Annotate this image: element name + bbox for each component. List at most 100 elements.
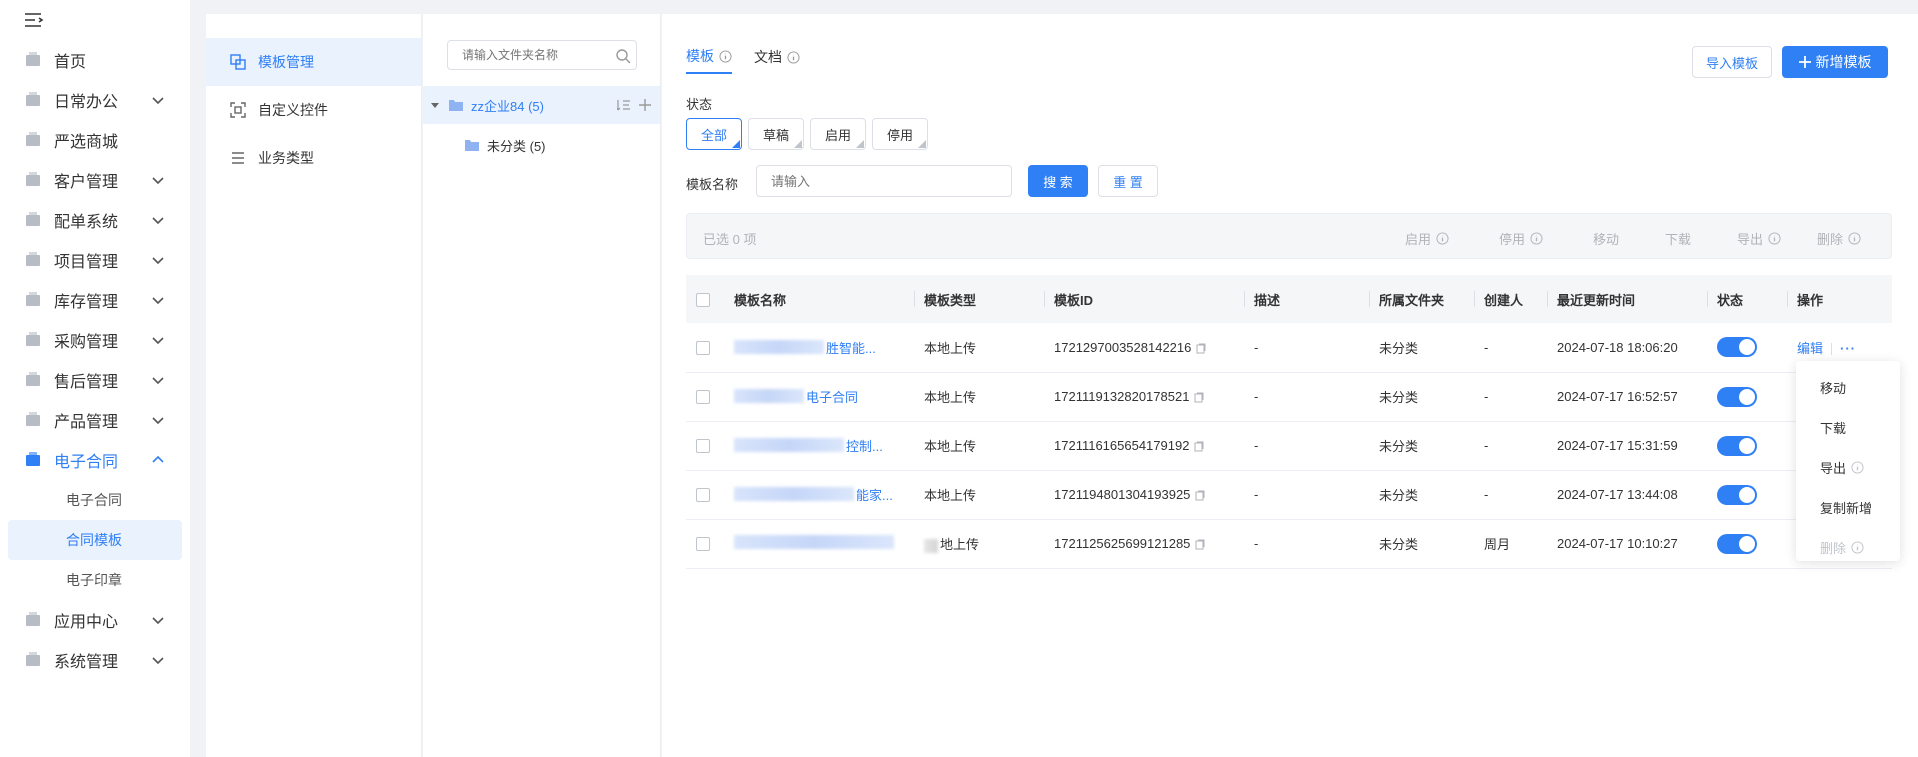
copy-icon[interactable]: [1194, 441, 1204, 452]
apps-icon: [26, 612, 40, 626]
chevron-down-icon[interactable]: [150, 172, 166, 188]
add-folder-icon[interactable]: [639, 99, 651, 111]
status-toggle[interactable]: [1717, 337, 1757, 358]
template-id-text: 1721297003528142216: [1054, 339, 1192, 355]
chevron-down-icon[interactable]: [150, 292, 166, 308]
info-icon[interactable]: [787, 50, 800, 64]
nav-item-0[interactable]: 首页: [0, 40, 190, 80]
chevron-down-icon[interactable]: [150, 372, 166, 388]
status-option-enabled[interactable]: 启用: [810, 118, 867, 150]
collapse-menu-button[interactable]: [0, 0, 190, 40]
search-icon[interactable]: [615, 48, 631, 64]
more-actions-button[interactable]: ···: [1840, 341, 1856, 356]
nav-item-11[interactable]: 应用中心: [0, 600, 190, 640]
nav-item-5[interactable]: 项目管理: [0, 240, 190, 280]
template-name-input[interactable]: [756, 165, 1012, 197]
chevron-down-icon[interactable]: [150, 212, 166, 228]
status-toggle[interactable]: [1717, 386, 1757, 407]
select-all-checkbox[interactable]: [696, 292, 710, 307]
status-option-disabled[interactable]: 停用: [872, 118, 929, 150]
menu-label: 业务类型: [258, 150, 314, 166]
menu-template-management[interactable]: 模板管理: [206, 38, 421, 86]
nav-item-12[interactable]: 系统管理: [0, 640, 190, 680]
add-template-button[interactable]: 新增模板: [1782, 46, 1888, 78]
batch-disable-button[interactable]: 停用: [1499, 229, 1543, 248]
reset-button[interactable]: 重 置: [1098, 165, 1158, 197]
template-id-cell: 1721119132820178521: [1044, 372, 1244, 422]
chevron-down-icon[interactable]: [150, 612, 166, 628]
chevron-down-icon[interactable]: [150, 412, 166, 428]
nav-item-2[interactable]: 严选商城: [0, 120, 190, 160]
nav-item-3[interactable]: 客户管理: [0, 160, 190, 200]
nav-item-10[interactable]: 电子合同: [0, 440, 190, 480]
dropdown-move[interactable]: 移动: [1796, 367, 1900, 407]
menu-business-type[interactable]: 业务类型: [206, 134, 421, 182]
chevron-down-icon[interactable]: [150, 92, 166, 108]
nav-subitem-2[interactable]: 电子印章: [0, 560, 190, 600]
table-row[interactable]: 能家... 本地上传 1721194801304193925- 未分类 -2024-07…: [686, 470, 1892, 520]
status-toggle[interactable]: [1717, 533, 1757, 554]
chevron-down-icon[interactable]: [150, 332, 166, 348]
info-icon[interactable]: [719, 49, 732, 63]
nav-item-9[interactable]: 产品管理: [0, 400, 190, 440]
dropdown-download[interactable]: 下载: [1796, 407, 1900, 447]
edit-link[interactable]: 编辑: [1797, 341, 1823, 356]
template-type-text: 本地上传: [924, 488, 977, 503]
nav-item-7[interactable]: 采购管理: [0, 320, 190, 360]
copy-icon[interactable]: [1195, 490, 1205, 501]
nav-item-6[interactable]: 库存管理: [0, 280, 190, 320]
table-row[interactable]: 胜智能... 本地上传 1721297003528142216- 未分类 -2024-0…: [686, 323, 1892, 373]
template-name-link[interactable]: 电子合同: [734, 387, 858, 406]
status-toggle[interactable]: [1717, 484, 1757, 505]
caret-down-icon[interactable]: [431, 101, 439, 109]
row-checkbox[interactable]: [696, 341, 710, 356]
template-name-link[interactable]: [734, 535, 896, 549]
dropdown-export[interactable]: 导出: [1796, 447, 1900, 487]
batch-enable-button[interactable]: 启用: [1405, 229, 1449, 248]
row-checkbox[interactable]: [696, 488, 710, 503]
status-option-all[interactable]: 全部: [686, 118, 743, 150]
nav-subitem-1[interactable]: 合同模板: [8, 520, 182, 560]
batch-move-button[interactable]: 移动: [1593, 229, 1619, 248]
row-select-cell: [686, 519, 724, 569]
table-row[interactable]: 控制... 本地上传 1721116165654179192- 未分类 -2024-07…: [686, 421, 1892, 471]
search-button[interactable]: 搜 索: [1028, 165, 1088, 197]
row-checkbox[interactable]: [696, 390, 710, 405]
chevron-down-icon[interactable]: [150, 652, 166, 668]
row-checkbox[interactable]: [696, 537, 710, 552]
folder-search-input[interactable]: [447, 40, 637, 70]
template-name-link[interactable]: 控制...: [734, 436, 883, 455]
dropdown-delete[interactable]: 删除: [1796, 527, 1900, 567]
batch-delete-button[interactable]: 删除: [1817, 229, 1861, 248]
row-checkbox[interactable]: [696, 439, 710, 454]
batch-download-button[interactable]: 下载: [1665, 229, 1691, 248]
creator-cell: -: [1474, 470, 1547, 520]
chevron-up-icon[interactable]: [150, 452, 166, 468]
sidebar-nav: 首页 日常办公 严选商城 客户管理 配单系统 项目管理 库存管理 采购管理 售后管理 产品管理 电子…: [0, 0, 190, 757]
template-name-link[interactable]: 胜智能...: [734, 338, 876, 357]
table-row[interactable]: 电子合同 本地上传 1721119132820178521- 未分类 -2024-07-…: [686, 372, 1892, 422]
nav-item-4[interactable]: 配单系统: [0, 200, 190, 240]
status-toggle[interactable]: [1717, 435, 1757, 456]
table-row[interactable]: 地上传 1721125625699121285 - 未分类 周月 2024-07-17 1…: [686, 519, 1892, 569]
tab-label: 模板: [686, 48, 714, 64]
import-template-button[interactable]: 导入模板: [1692, 46, 1772, 78]
chevron-down-icon[interactable]: [150, 252, 166, 268]
tree-node-uncategorized[interactable]: 未分类 (5): [423, 126, 660, 164]
menu-custom-controls[interactable]: 自定义控件: [206, 86, 421, 134]
copy-icon[interactable]: [1195, 539, 1205, 550]
copy-icon[interactable]: [1196, 343, 1206, 354]
nav-item-1[interactable]: 日常办公: [0, 80, 190, 120]
template-name-link[interactable]: 能家...: [734, 485, 893, 504]
tab-document[interactable]: 文档: [754, 46, 800, 74]
nav-label: 应用中心: [54, 614, 119, 631]
batch-export-button[interactable]: 导出: [1737, 229, 1781, 248]
tree-node-root[interactable]: zz企业84 (5): [423, 86, 660, 124]
copy-icon[interactable]: [1194, 392, 1204, 403]
sort-icon[interactable]: [617, 99, 631, 111]
nav-subitem-0[interactable]: 电子合同: [0, 480, 190, 520]
status-option-draft[interactable]: 草稿: [748, 118, 805, 150]
tab-template[interactable]: 模板: [686, 46, 732, 74]
dropdown-copy-add[interactable]: 复制新增: [1796, 487, 1900, 527]
nav-item-8[interactable]: 售后管理: [0, 360, 190, 400]
